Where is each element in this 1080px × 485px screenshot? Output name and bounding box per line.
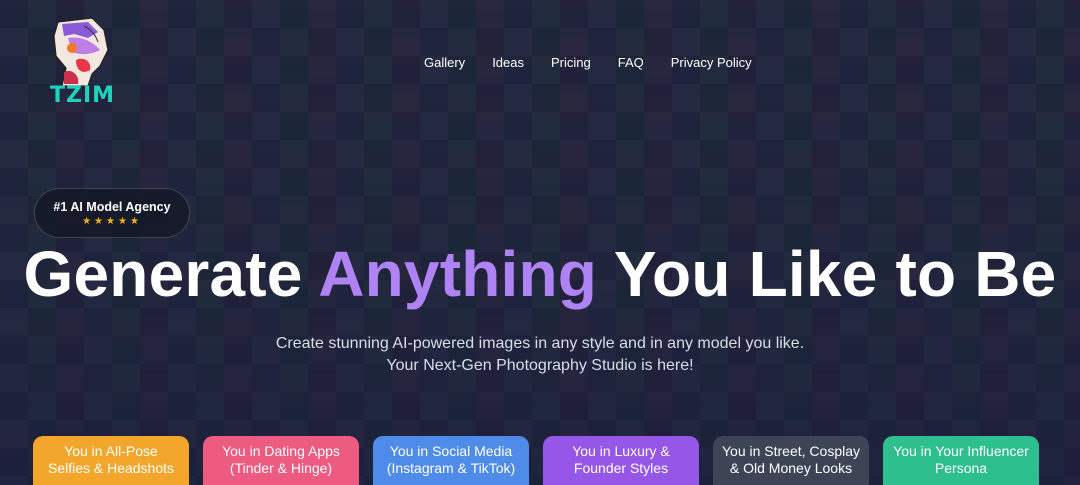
badge-title: #1 AI Model Agency <box>53 200 171 214</box>
nav-faq[interactable]: FAQ <box>618 55 644 71</box>
card-line-2: (Instagram & TikTok) <box>386 460 516 476</box>
card-line-1: You in Street, Cosplay <box>721 443 860 459</box>
rating-stars-icon: ★★★★★ <box>82 216 142 227</box>
card-line-1: You in Your Influencer <box>893 443 1029 459</box>
agency-badge: #1 AI Model Agency ★★★★★ <box>34 188 190 238</box>
card-influencer-persona[interactable]: You in Your Influencer Persona <box>883 436 1039 485</box>
headline-accent: Anything <box>318 238 598 310</box>
logo-text: TZIM <box>50 83 116 108</box>
card-luxury-founder[interactable]: You in Luxury & Founder Styles <box>543 436 699 485</box>
main-nav: Gallery Ideas Pricing FAQ Privacy Policy <box>424 55 752 71</box>
subtitle-line-2: Your Next-Gen Photography Studio is here… <box>386 357 694 374</box>
card-selfies-headshots[interactable]: You in All-Pose Selfies & Headshots <box>33 436 189 485</box>
nav-pricing[interactable]: Pricing <box>551 55 591 71</box>
card-line-1: You in Social Media <box>389 443 513 459</box>
card-line-1: You in Luxury & <box>572 443 670 459</box>
hero-subtitle: Create stunning AI-powered images in any… <box>0 333 1080 377</box>
card-line-2: Selfies & Headshots <box>47 460 175 476</box>
card-street-cosplay[interactable]: You in Street, Cosplay & Old Money Looks <box>713 436 869 485</box>
nav-privacy-policy[interactable]: Privacy Policy <box>671 55 752 71</box>
card-social-media[interactable]: You in Social Media (Instagram & TikTok) <box>373 436 529 485</box>
brand-logo[interactable]: TZIM <box>48 16 114 112</box>
card-line-2: Persona <box>934 460 988 476</box>
nav-gallery[interactable]: Gallery <box>424 55 465 71</box>
subtitle-line-1: Create stunning AI-powered images in any… <box>275 335 805 352</box>
card-dating-apps[interactable]: You in Dating Apps (Tinder & Hinge) <box>203 436 359 485</box>
headline-before: Generate <box>23 238 303 310</box>
card-line-2: & Old Money Looks <box>729 460 853 476</box>
card-line-1: You in Dating Apps <box>222 443 340 459</box>
card-line-2: Founder Styles <box>573 460 669 476</box>
style-cards: You in All-Pose Selfies & Headshots You … <box>33 436 1053 485</box>
headline-after: You Like to Be <box>613 238 1057 310</box>
card-line-1: You in All-Pose <box>64 443 158 459</box>
card-line-2: (Tinder & Hinge) <box>229 460 333 476</box>
nav-ideas[interactable]: Ideas <box>492 55 524 71</box>
hero-headline: Generate Anything You Like to Be <box>0 236 1080 312</box>
